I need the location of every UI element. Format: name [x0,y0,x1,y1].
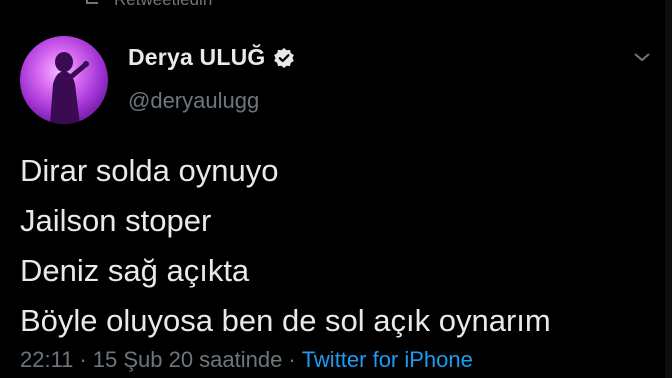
avatar[interactable] [20,36,108,124]
tweet-line: Jailson stoper [20,203,212,238]
tweet-time[interactable]: 22:11 [20,347,73,372]
tweet-date[interactable]: 15 Şub 20 saatinde [93,347,283,372]
tweet-metadata: 22:11 · 15 Şub 20 saatinde · Twitter for iPh… [20,347,473,373]
author-display-name[interactable]: Derya ULUĞ [128,44,265,71]
verified-badge-icon [273,47,295,69]
tweet-line: Böyle oluyosa ben de sol açık oynarım [20,303,551,338]
retweet-icon [84,0,104,8]
tweet-text: Dirar solda oynuyo Jailson stoper Deniz … [20,146,660,346]
scrollbar-track[interactable] [665,0,672,378]
meta-separator: · [288,347,296,372]
tweet-line: Dirar solda oynuyo [20,153,279,188]
retweet-indicator: Retweetledin [84,0,212,10]
author-row[interactable]: Derya ULUĞ [128,44,295,71]
author-handle[interactable]: @deryaulugg [128,88,259,114]
chevron-down-icon[interactable] [632,50,652,64]
tweet-line: Deniz sağ açıkta [20,253,250,288]
retweet-label: Retweetledin [114,0,212,10]
tweet-source-link[interactable]: Twitter for iPhone [302,347,473,372]
meta-separator: · [79,347,87,372]
